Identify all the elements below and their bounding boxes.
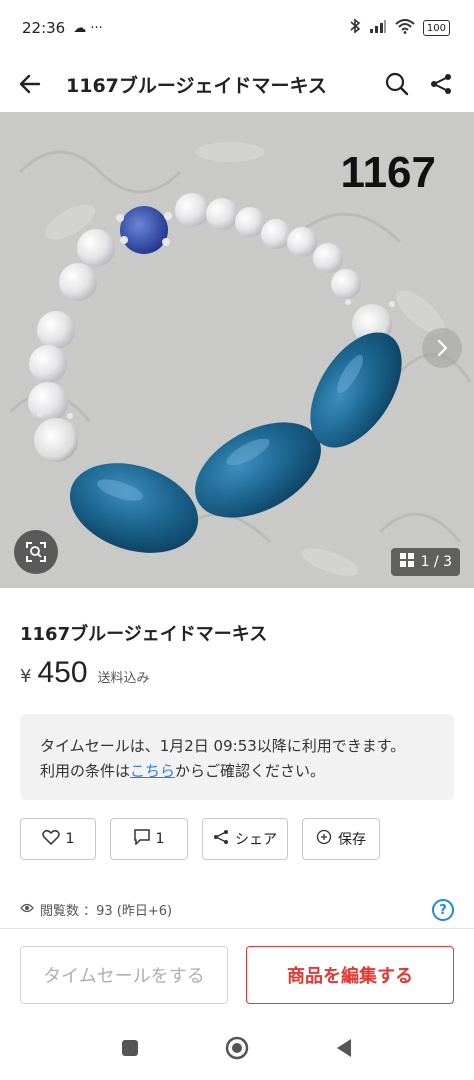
- edit-item-button[interactable]: 商品を編集する: [246, 946, 454, 1004]
- eye-icon: [20, 902, 34, 917]
- share-icon[interactable]: [424, 67, 458, 101]
- recent-apps-icon[interactable]: [121, 1039, 139, 1061]
- wifi-icon: [395, 18, 415, 38]
- product-title: 1167ブルージェイドマーキス: [20, 624, 268, 645]
- conditions-link[interactable]: こちら: [130, 762, 175, 780]
- status-bar: 22:36 ☁ ··· 100: [0, 0, 474, 56]
- home-icon[interactable]: [225, 1036, 249, 1064]
- back-arrow-icon[interactable]: [16, 70, 44, 98]
- app-bar: 1167ブルージェイドマーキス: [0, 56, 474, 112]
- save-button[interactable]: 保存: [302, 818, 380, 860]
- share-button[interactable]: シェア: [202, 818, 288, 860]
- notice-line1: タイムセールは、1月2日 09:53以降に利用できます。: [40, 737, 406, 755]
- like-count: 1: [65, 831, 75, 847]
- chevron-right-icon[interactable]: [422, 328, 462, 368]
- timesale-notice: タイムセールは、1月2日 09:53以降に利用できます。 利用の条件はこちらから…: [20, 714, 454, 800]
- comment-button[interactable]: 1: [110, 818, 188, 860]
- battery-indicator: 100: [422, 20, 450, 36]
- gallery-icon: [399, 552, 415, 572]
- comment-count: 1: [155, 831, 165, 847]
- bluetooth-icon: [349, 18, 361, 38]
- share-label: シェア: [235, 832, 277, 848]
- price-value: 450: [37, 656, 88, 689]
- system-nav-bar: [0, 1020, 474, 1080]
- action-buttons: 1 1 シェア 保存: [20, 818, 380, 860]
- help-icon[interactable]: ?: [432, 899, 454, 921]
- divider: [0, 928, 474, 929]
- notice-line2: 利用の条件はこちらからご確認ください。: [40, 759, 434, 784]
- image-counter-text: 1 / 3: [420, 554, 452, 570]
- save-icon: [316, 829, 332, 849]
- signal-icon: [369, 19, 387, 37]
- status-extra: ☁ ···: [73, 20, 103, 36]
- image-overlay-number: 1167: [340, 148, 436, 197]
- image-counter[interactable]: 1 / 3: [390, 548, 460, 576]
- like-button[interactable]: 1: [20, 818, 96, 860]
- comment-icon: [133, 829, 150, 849]
- price-currency: ¥: [20, 666, 32, 687]
- share-small-icon: [213, 829, 229, 849]
- view-count: 閲覧数 ：93 (昨日+6): [20, 900, 172, 919]
- notice-line2-prefix: 利用の条件は: [40, 762, 131, 780]
- back-nav-icon[interactable]: [335, 1038, 353, 1062]
- notice-line2-suffix: からご確認ください。: [175, 762, 326, 780]
- price-row: ¥ 450 送料込み: [20, 656, 150, 690]
- timesale-button[interactable]: タイムセールをする: [20, 946, 228, 1004]
- product-image[interactable]: 1167 1 / 3: [0, 112, 474, 588]
- page-title: 1167ブルージェイドマーキス: [66, 74, 327, 97]
- status-time: 22:36: [22, 19, 66, 37]
- search-icon[interactable]: [380, 67, 414, 101]
- heart-icon: [41, 829, 60, 849]
- view-count-text: 閲覧数 ：93 (昨日+6): [40, 904, 173, 919]
- price-note: 送料込み: [97, 671, 150, 686]
- lens-icon[interactable]: [14, 530, 58, 574]
- save-label: 保存: [338, 832, 366, 848]
